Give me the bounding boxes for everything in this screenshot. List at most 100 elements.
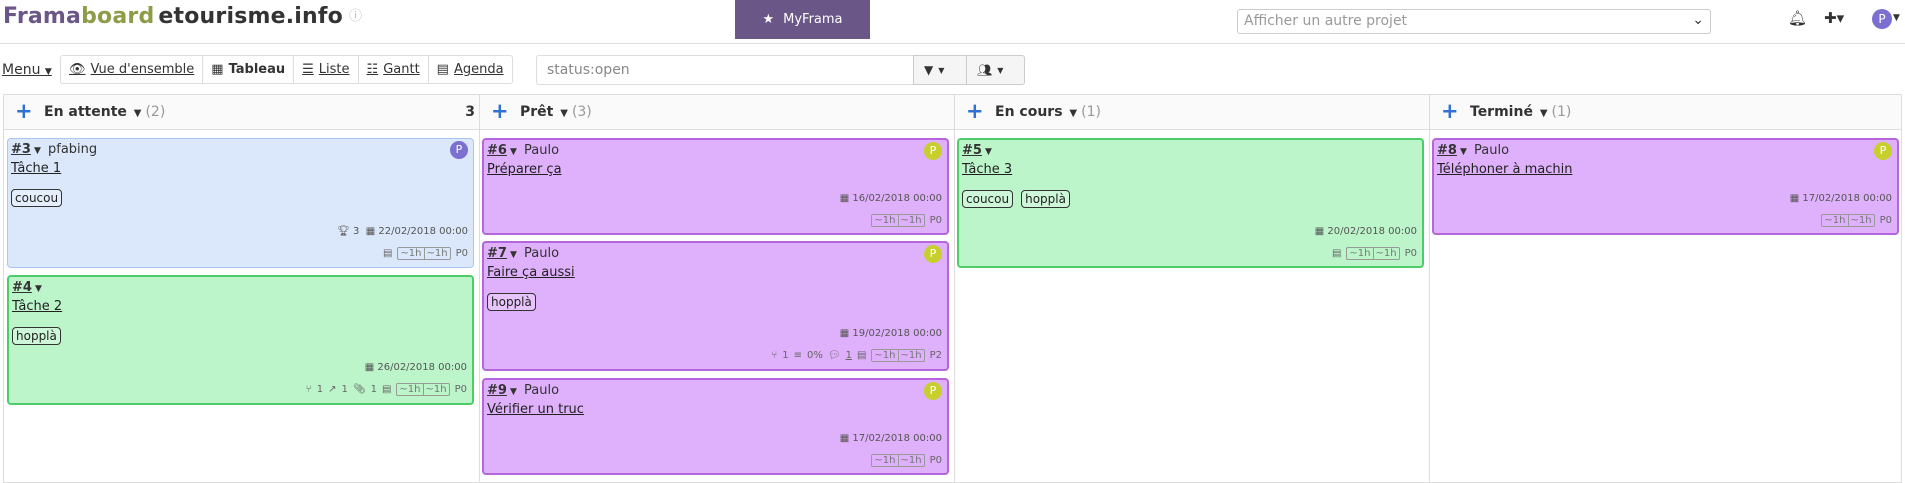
column-divider [954, 95, 955, 482]
subtask-icon: ⑂ [771, 350, 778, 361]
task-id[interactable]: #6 ▼ [487, 143, 517, 158]
sliders-icon: ☷ [366, 62, 379, 77]
list-icon: ☰ [302, 62, 314, 77]
task-card[interactable]: #4 ▼ Tâche 2 hopplà ▦ 26/02/2018 00:00 ⑂ 1… [7, 275, 474, 405]
filter-input[interactable]: status:open [536, 55, 913, 85]
project-selector[interactable]: Afficher un autre projet ⌄ [1237, 9, 1711, 34]
task-id[interactable]: #8 ▼ [1437, 143, 1467, 158]
file-icon: ▤ [1331, 248, 1342, 259]
task-title[interactable]: Tâche 2 [12, 299, 62, 314]
add-task-icon[interactable]: + [966, 101, 984, 122]
add-task-icon[interactable]: + [491, 101, 509, 122]
add-task-icon[interactable]: + [1441, 101, 1459, 122]
column-divider [479, 95, 480, 482]
task-footer: ▤ ~1h ~1h P0 [383, 247, 468, 260]
task-title[interactable]: Tâche 1 [11, 161, 61, 176]
calendar-icon: ▦ [364, 362, 375, 373]
column-count: (1) [1081, 104, 1101, 120]
task-footer: ▤ ~1h ~1h P0 [1332, 247, 1417, 260]
file-icon: ▤ [856, 350, 867, 361]
task-footer: ~1h ~1h P0 [871, 214, 942, 227]
task-card[interactable]: #5 ▼ Tâche 3 coucou hopplà ▦ 20/02/2018 0… [957, 138, 1424, 268]
column-count: (1) [1551, 104, 1572, 120]
view-overview[interactable]: 👁︎ Vue d'ensemble [61, 56, 204, 83]
users-dropdown-button[interactable]: 👥︎ ▼ [967, 55, 1025, 85]
logo-board: board [81, 4, 155, 29]
priority: P2 [929, 350, 942, 361]
calendar-icon: ▦ [839, 433, 850, 444]
task-id[interactable]: #4 ▼ [12, 280, 42, 295]
caret-down-icon[interactable]: ▼ [1893, 13, 1900, 23]
task-id[interactable]: #3 ▼ [11, 142, 41, 157]
info-circle-icon[interactable]: ⓘ [349, 9, 362, 24]
task-title[interactable]: Vérifier un truc [487, 402, 584, 417]
star-icon: ★ [762, 12, 775, 27]
view-label: Vue d'ensemble [90, 62, 195, 77]
time-estimate: ~1h ~1h [396, 383, 450, 396]
comments-icon: 💬︎ [827, 350, 841, 361]
task-id[interactable]: #5 ▼ [962, 143, 992, 158]
calendar-icon: ▦ [839, 328, 850, 339]
task-id[interactable]: #9 ▼ [487, 383, 517, 398]
due-date: 🏆︎ 3 ▦ 22/02/2018 00:00 [337, 226, 468, 237]
task-id[interactable]: #7 ▼ [487, 246, 517, 261]
task-title[interactable]: Téléphoner à machin [1437, 162, 1572, 177]
th-icon: ▦ [211, 62, 224, 77]
logo[interactable]: Framaboard etourisme.info ⓘ [3, 4, 362, 29]
time-estimate: ~1h ~1h [1821, 214, 1875, 227]
column-title[interactable]: Prêt ▼ (3) [520, 104, 592, 120]
view-gantt[interactable]: ☷ Gantt [359, 56, 429, 83]
due-date: ▦ 19/02/2018 00:00 [839, 328, 942, 339]
due-date: ▦ 16/02/2018 00:00 [839, 193, 942, 204]
tag: coucou [11, 189, 63, 207]
filter-dropdown-button[interactable]: ▼ ▼ [913, 55, 967, 85]
task-title[interactable]: Tâche 3 [962, 162, 1012, 177]
plus-dropdown-icon[interactable]: ✚▾ [1824, 9, 1844, 27]
calendar-icon: ▦ [1789, 193, 1800, 204]
tag: hopplà [487, 293, 536, 311]
myframa-button[interactable]: ★ MyFrama [735, 0, 870, 39]
column-header-en-attente: + En attente ▼ (2) 3 [4, 95, 479, 130]
tag-list: coucou [11, 189, 63, 207]
task-card[interactable]: #8 ▼ Paulo P Téléphoner à machin ▦ 17/02/… [1432, 138, 1899, 235]
tag: hopplà [12, 327, 61, 345]
caret-down-icon: ▼ [1069, 108, 1078, 119]
user-avatar[interactable]: P [1872, 9, 1892, 29]
menu-dropdown[interactable]: Menu ▼ [2, 62, 52, 78]
task-owner: pfabing [48, 142, 98, 157]
due-date: ▦ 20/02/2018 00:00 [1314, 226, 1417, 237]
time-estimate: ~1h ~1h [871, 214, 925, 227]
view-list[interactable]: ☰ Liste [294, 56, 359, 83]
task-title[interactable]: Préparer ça [487, 162, 562, 177]
caret-down-icon: ▼ [1539, 108, 1548, 119]
paperclip-icon: 📎︎ [352, 384, 366, 395]
myframa-label: MyFrama [783, 12, 843, 27]
task-title[interactable]: Faire ça aussi [487, 265, 575, 280]
task-card[interactable]: #6 ▼ Paulo P Préparer ça ▦ 16/02/2018 00:… [482, 138, 949, 235]
task-card[interactable]: #3 ▼ pfabing P Tâche 1 coucou 🏆︎ 3 ▦ 22/0… [7, 138, 474, 268]
view-board[interactable]: ▦ Tableau [203, 56, 295, 83]
trophy-icon: 🏆︎ [337, 226, 350, 237]
score: 3 [352, 226, 360, 237]
calendar-icon: ▤ [436, 62, 449, 77]
task-footer: ⑂ 1 ↗ 1 📎︎ 1 ▤ ~1h ~1h P0 [306, 383, 467, 396]
task-card[interactable]: #9 ▼ Paulo P Vérifier un truc ▦ 17/02/201… [482, 378, 949, 475]
column-count: (3) [571, 104, 592, 120]
view-label: Tableau [228, 62, 286, 77]
column-title[interactable]: En cours ▼ (1) [995, 104, 1101, 120]
calendar-icon: ▦ [839, 193, 850, 204]
add-task-icon[interactable]: + [15, 101, 33, 122]
task-card[interactable]: #7 ▼ Paulo P Faire ça aussi hopplà ▦ 19/0… [482, 241, 949, 371]
column-header-pret: + Prêt ▼ (3) [480, 95, 954, 130]
column-title[interactable]: En attente ▼ (2) [44, 104, 165, 120]
subtask-icon: ⑂ [305, 384, 312, 395]
priority: P0 [1879, 215, 1892, 226]
column-header-termine: + Terminé ▼ (1) [1430, 95, 1901, 130]
tag: hopplà [1021, 190, 1070, 208]
view-agenda[interactable]: ▤ Agenda [429, 56, 512, 83]
column-title[interactable]: Terminé ▼ (1) [1470, 104, 1571, 120]
task-footer: ~1h ~1h P0 [871, 454, 942, 467]
progress: 0% [807, 350, 823, 361]
comment-count[interactable]: 1 [846, 350, 852, 361]
bell-icon[interactable]: 🔔︎ [1788, 9, 1807, 27]
